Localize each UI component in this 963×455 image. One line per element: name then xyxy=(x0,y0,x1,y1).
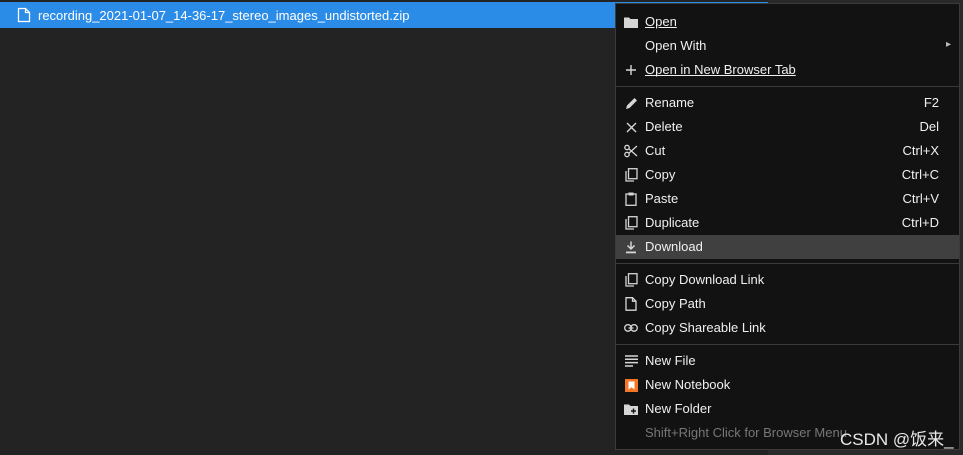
chevron-right-icon: ▸ xyxy=(945,39,951,50)
copy-icon xyxy=(623,272,639,288)
menu-item-new-file[interactable]: New File xyxy=(616,349,959,373)
menu-label: New Folder xyxy=(645,401,712,416)
text-file-icon xyxy=(623,353,639,369)
menu-item-open[interactable]: Open xyxy=(616,10,959,34)
clipboard-icon xyxy=(623,191,639,207)
menu-item-rename[interactable]: Rename F2 xyxy=(616,91,959,115)
menu-separator xyxy=(616,344,959,345)
file-icon xyxy=(623,296,639,312)
menu-separator xyxy=(616,263,959,264)
menu-label: Copy Shareable Link xyxy=(645,320,766,335)
menu-label: Duplicate xyxy=(645,215,700,230)
menu-item-new-notebook[interactable]: New Notebook xyxy=(616,373,959,397)
menu-label: Copy Download Link xyxy=(645,272,765,287)
new-folder-icon xyxy=(623,401,639,417)
menu-label: New Notebook xyxy=(645,377,731,392)
menu-item-delete[interactable]: Delete Del xyxy=(616,115,959,139)
menu-label: Shift+Right Click for Browser Menu xyxy=(645,425,847,440)
menu-label: Delete xyxy=(645,119,683,134)
menu-item-duplicate[interactable]: Duplicate Ctrl+D xyxy=(616,211,959,235)
menu-label: Copy Path xyxy=(645,296,706,311)
menu-label: Download xyxy=(645,239,703,254)
menu-label: Cut xyxy=(645,143,666,158)
menu-item-copy-shareable-link[interactable]: Copy Shareable Link xyxy=(616,316,959,340)
watermark: CSDN @饭来_ xyxy=(840,430,954,449)
link-icon xyxy=(623,320,639,336)
menu-item-copy[interactable]: Copy Ctrl+C xyxy=(616,163,959,187)
pencil-icon xyxy=(623,95,639,111)
file-name: recording_2021-01-07_14-36-17_stereo_ima… xyxy=(38,7,410,23)
copy-icon xyxy=(623,167,639,183)
menu-item-paste[interactable]: Paste Ctrl+V xyxy=(616,187,959,211)
plus-icon xyxy=(623,62,639,78)
menu-item-open-with[interactable]: Open With ▸ xyxy=(616,34,959,58)
menu-item-download[interactable]: Download xyxy=(616,235,959,259)
notebook-icon xyxy=(623,377,639,393)
menu-label: Paste xyxy=(645,191,679,206)
menu-label: Rename xyxy=(645,95,695,110)
file-icon xyxy=(17,7,31,23)
shortcut-label: Ctrl+X xyxy=(902,143,939,158)
scissors-icon xyxy=(623,143,639,159)
folder-icon xyxy=(623,14,639,30)
close-icon xyxy=(623,119,639,135)
menu-item-new-folder[interactable]: New Folder xyxy=(616,397,959,421)
context-menu: Open Open With ▸ Open in New Browser Tab… xyxy=(615,3,960,450)
shortcut-label: Ctrl+C xyxy=(901,167,939,182)
copy-icon xyxy=(623,215,639,231)
menu-item-copy-download-link[interactable]: Copy Download Link xyxy=(616,268,959,292)
menu-item-open-new-tab[interactable]: Open in New Browser Tab xyxy=(616,58,959,82)
menu-label: Open in New Browser Tab xyxy=(645,62,796,77)
shortcut-label: Ctrl+D xyxy=(901,215,939,230)
shortcut-label: Ctrl+V xyxy=(902,191,939,206)
menu-item-copy-path[interactable]: Copy Path xyxy=(616,292,959,316)
menu-label: Open xyxy=(645,14,677,29)
shortcut-label: Del xyxy=(919,119,939,134)
menu-label: Copy xyxy=(645,167,676,182)
shortcut-label: F2 xyxy=(923,95,939,110)
menu-separator xyxy=(616,86,959,87)
menu-item-cut[interactable]: Cut Ctrl+X xyxy=(616,139,959,163)
download-icon xyxy=(623,239,639,255)
menu-label: New File xyxy=(645,353,696,368)
menu-label: Open With xyxy=(645,38,707,53)
